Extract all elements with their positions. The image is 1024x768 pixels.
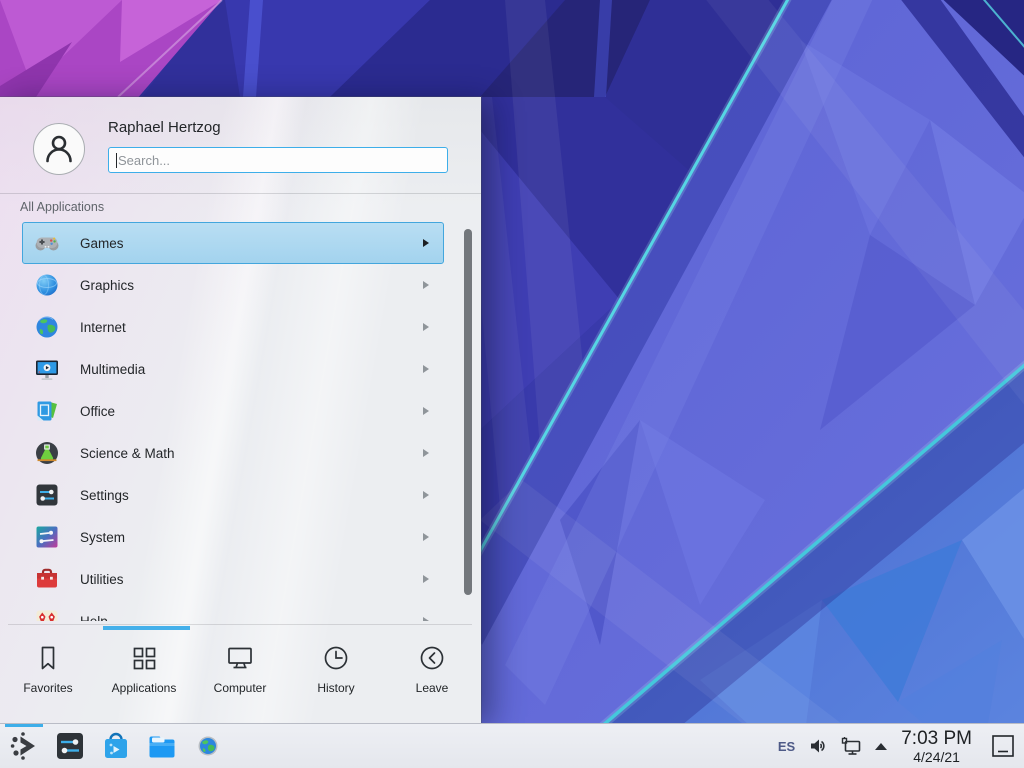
utilities-icon: [34, 566, 60, 592]
user-avatar[interactable]: [33, 123, 85, 175]
clock-time: 7:03 PM: [901, 729, 972, 748]
system-icon: [34, 524, 60, 550]
show-desktop-button[interactable]: [990, 733, 1016, 759]
settings-icon: [34, 482, 60, 508]
category-row-system[interactable]: System: [22, 516, 444, 558]
category-label: Help: [80, 614, 108, 622]
tab-history[interactable]: History: [288, 630, 384, 712]
computer-icon: [225, 643, 255, 673]
category-label: Science & Math: [80, 446, 175, 461]
volume-icon[interactable]: [809, 737, 829, 755]
applications-icon: [129, 643, 159, 673]
submenu-arrow-icon: [423, 239, 429, 247]
application-launcher-menu: Raphael Hertzog Search... All Applicatio…: [0, 97, 481, 723]
category-row-games[interactable]: Games: [22, 222, 444, 264]
clock[interactable]: 7:03 PM 4/24/21: [901, 729, 972, 764]
submenu-arrow-icon: [423, 407, 429, 415]
category-row-help[interactable]: Help: [22, 600, 444, 621]
submenu-arrow-icon: [423, 365, 429, 373]
taskbar-launchers: [8, 730, 224, 762]
taskbar: ES 7:03 PM 4/2: [0, 723, 1024, 768]
submenu-arrow-icon: [423, 491, 429, 499]
submenu-arrow-icon: [423, 575, 429, 583]
submenu-arrow-icon: [423, 323, 429, 331]
tabbar-divider: [8, 624, 472, 625]
kde-launcher-icon[interactable]: [8, 730, 40, 762]
search-placeholder: Search...: [118, 153, 170, 168]
tab-label: History: [317, 681, 354, 695]
expand-arrow-icon[interactable]: [875, 743, 887, 750]
tab-favorites[interactable]: Favorites: [0, 630, 96, 712]
category-row-office[interactable]: Office: [22, 390, 444, 432]
category-label: Internet: [80, 320, 126, 335]
tab-applications[interactable]: Applications: [96, 630, 192, 712]
category-label: Multimedia: [80, 362, 145, 377]
tab-label: Computer: [214, 681, 267, 695]
desktop: Raphael Hertzog Search... All Applicatio…: [0, 0, 1024, 768]
submenu-arrow-icon: [423, 449, 429, 457]
system-tray: ES 7:03 PM 4/2: [778, 724, 1016, 768]
launcher-tabbar: Favorites Applications: [0, 630, 480, 712]
help-icon: [34, 608, 60, 621]
user-icon: [42, 132, 76, 166]
file-manager-icon[interactable]: [146, 730, 178, 762]
text-cursor: [116, 153, 117, 168]
tab-label: Applications: [112, 681, 177, 695]
user-name: Raphael Hertzog: [108, 119, 221, 136]
section-label: All Applications: [20, 200, 104, 214]
category-row-multimedia[interactable]: Multimedia: [22, 348, 444, 390]
category-label: System: [80, 530, 125, 545]
discover-icon[interactable]: [100, 730, 132, 762]
category-row-settings[interactable]: Settings: [22, 474, 444, 516]
games-icon: [34, 230, 60, 256]
list-scrollbar[interactable]: [464, 229, 472, 595]
clock-date: 4/24/21: [901, 750, 972, 764]
category-label: Graphics: [80, 278, 134, 293]
category-label: Office: [80, 404, 115, 419]
office-icon: [34, 398, 60, 424]
submenu-arrow-icon: [423, 617, 429, 621]
science-math-icon: [34, 440, 60, 466]
tab-computer[interactable]: Computer: [192, 630, 288, 712]
keyboard-layout-indicator[interactable]: ES: [778, 739, 795, 754]
network-icon[interactable]: [841, 737, 863, 756]
category-label: Games: [80, 236, 124, 251]
tab-label: Favorites: [23, 681, 72, 695]
category-row-science-math[interactable]: Science & Math: [22, 432, 444, 474]
submenu-arrow-icon: [423, 281, 429, 289]
category-label: Utilities: [80, 572, 124, 587]
favorites-icon: [33, 643, 63, 673]
multimedia-icon: [34, 356, 60, 382]
category-row-internet[interactable]: Internet: [22, 306, 444, 348]
submenu-arrow-icon: [423, 533, 429, 541]
show-desktop-icon: [991, 734, 1015, 758]
web-browser-icon[interactable]: [192, 730, 224, 762]
category-row-graphics[interactable]: Graphics: [22, 264, 444, 306]
search-input[interactable]: Search...: [108, 147, 448, 173]
internet-icon: [34, 314, 60, 340]
system-settings-icon[interactable]: [54, 730, 86, 762]
category-row-utilities[interactable]: Utilities: [22, 558, 444, 600]
tab-label: Leave: [416, 681, 449, 695]
header-divider: [0, 193, 481, 194]
graphics-icon: [34, 272, 60, 298]
launcher-active-indicator: [5, 724, 43, 727]
category-list: Games Graphics: [22, 222, 444, 621]
leave-icon: [417, 643, 447, 673]
category-label: Settings: [80, 488, 129, 503]
history-icon: [321, 643, 351, 673]
tab-leave[interactable]: Leave: [384, 630, 480, 712]
